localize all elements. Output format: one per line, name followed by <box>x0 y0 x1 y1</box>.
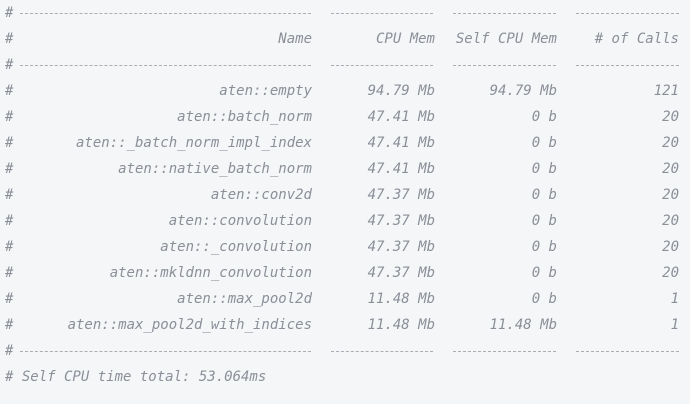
self-cpu-mem-value: 0 b <box>531 265 557 281</box>
op-name: aten::max_pool2d <box>177 291 312 307</box>
profiler-output: # # Name CPU Mem Self CPU Mem # of Calls # # ate… <box>0 0 690 404</box>
separator-line: # <box>0 52 690 78</box>
dash-rule <box>453 13 556 14</box>
header-calls: # of Calls <box>594 31 679 47</box>
cpu-mem-value: 94.79 Mb <box>367 83 435 99</box>
comment-hash: # <box>5 291 14 307</box>
cpu-mem-value: 47.37 Mb <box>367 213 435 229</box>
comment-hash: # <box>5 57 14 73</box>
self-cpu-mem-value: 0 b <box>531 213 557 229</box>
self-cpu-mem-value: 0 b <box>531 291 557 307</box>
op-name: aten::empty <box>219 83 312 99</box>
self-cpu-time-total: # Self CPU time total: 53.064ms <box>5 369 267 385</box>
calls-value: 20 <box>662 187 679 203</box>
header-row: # Name CPU Mem Self CPU Mem # of Calls <box>0 26 690 52</box>
cpu-mem-value: 47.37 Mb <box>367 239 435 255</box>
table-row: # aten::native_batch_norm 47.41 Mb 0 b 20 <box>0 156 690 182</box>
calls-value: 1 <box>670 291 679 307</box>
comment-hash: # <box>5 31 14 47</box>
calls-value: 121 <box>653 83 679 99</box>
cpu-mem-value: 47.37 Mb <box>367 187 435 203</box>
calls-value: 20 <box>662 161 679 177</box>
op-name: aten::mkldnn_convolution <box>109 265 312 281</box>
comment-hash: # <box>5 265 14 281</box>
comment-hash: # <box>5 317 14 333</box>
table-row: # aten::_batch_norm_impl_index 47.41 Mb 0 b… <box>0 130 690 156</box>
separator-line: # <box>0 338 690 364</box>
comment-hash: # <box>5 109 14 125</box>
comment-hash: # <box>5 161 14 177</box>
dash-rule <box>331 13 433 14</box>
calls-value: 20 <box>662 135 679 151</box>
dash-rule <box>453 351 556 352</box>
cpu-mem-value: 47.41 Mb <box>367 109 435 125</box>
dash-rule <box>576 65 679 66</box>
op-name: aten::max_pool2d_with_indices <box>67 317 312 333</box>
header-self-cpu-mem: Self CPU Mem <box>455 31 557 47</box>
header-name: Name <box>278 31 312 47</box>
comment-hash: # <box>5 213 14 229</box>
op-name: aten::conv2d <box>210 187 312 203</box>
self-cpu-mem-value: 94.79 Mb <box>489 83 557 99</box>
comment-hash: # <box>5 5 14 21</box>
table-row: # aten::_convolution 47.37 Mb 0 b 20 <box>0 234 690 260</box>
calls-value: 20 <box>662 213 679 229</box>
dash-rule <box>576 13 679 14</box>
dash-rule <box>20 65 311 66</box>
dash-rule <box>453 65 556 66</box>
comment-hash: # <box>5 343 14 359</box>
table-row: # aten::conv2d 47.37 Mb 0 b 20 <box>0 182 690 208</box>
dash-rule <box>20 351 311 352</box>
comment-hash: # <box>5 135 14 151</box>
dash-rule <box>331 65 433 66</box>
comment-hash: # <box>5 83 14 99</box>
calls-value: 20 <box>662 239 679 255</box>
table-row: # aten::empty 94.79 Mb 94.79 Mb 121 <box>0 78 690 104</box>
self-cpu-mem-value: 0 b <box>531 109 557 125</box>
comment-hash: # <box>5 239 14 255</box>
cpu-mem-value: 47.37 Mb <box>367 265 435 281</box>
op-name: aten::native_batch_norm <box>118 161 312 177</box>
footer-total: # Self CPU time total: 53.064ms <box>0 364 690 390</box>
op-name: aten::batch_norm <box>177 109 312 125</box>
cpu-mem-value: 47.41 Mb <box>367 135 435 151</box>
separator-line: # <box>0 0 690 26</box>
self-cpu-mem-value: 0 b <box>531 239 557 255</box>
table-row: # aten::max_pool2d 11.48 Mb 0 b 1 <box>0 286 690 312</box>
header-cpu-mem: CPU Mem <box>375 31 435 47</box>
self-cpu-mem-value: 0 b <box>531 135 557 151</box>
self-cpu-mem-value: 0 b <box>531 161 557 177</box>
calls-value: 1 <box>670 317 679 333</box>
op-name: aten::_batch_norm_impl_index <box>75 135 312 151</box>
calls-value: 20 <box>662 265 679 281</box>
table-row: # aten::max_pool2d_with_indices 11.48 Mb 11… <box>0 312 690 338</box>
calls-value: 20 <box>662 109 679 125</box>
table-row: # aten::mkldnn_convolution 47.37 Mb 0 b 20 <box>0 260 690 286</box>
cpu-mem-value: 47.41 Mb <box>367 161 435 177</box>
cpu-mem-value: 11.48 Mb <box>367 291 435 307</box>
cpu-mem-value: 11.48 Mb <box>367 317 435 333</box>
dash-rule <box>20 13 311 14</box>
self-cpu-mem-value: 11.48 Mb <box>489 317 557 333</box>
dash-rule <box>576 351 679 352</box>
table-row: # aten::convolution 47.37 Mb 0 b 20 <box>0 208 690 234</box>
dash-rule <box>331 351 433 352</box>
table-row: # aten::batch_norm 47.41 Mb 0 b 20 <box>0 104 690 130</box>
op-name: aten::_convolution <box>160 239 312 255</box>
op-name: aten::convolution <box>168 213 312 229</box>
comment-hash: # <box>5 187 14 203</box>
self-cpu-mem-value: 0 b <box>531 187 557 203</box>
